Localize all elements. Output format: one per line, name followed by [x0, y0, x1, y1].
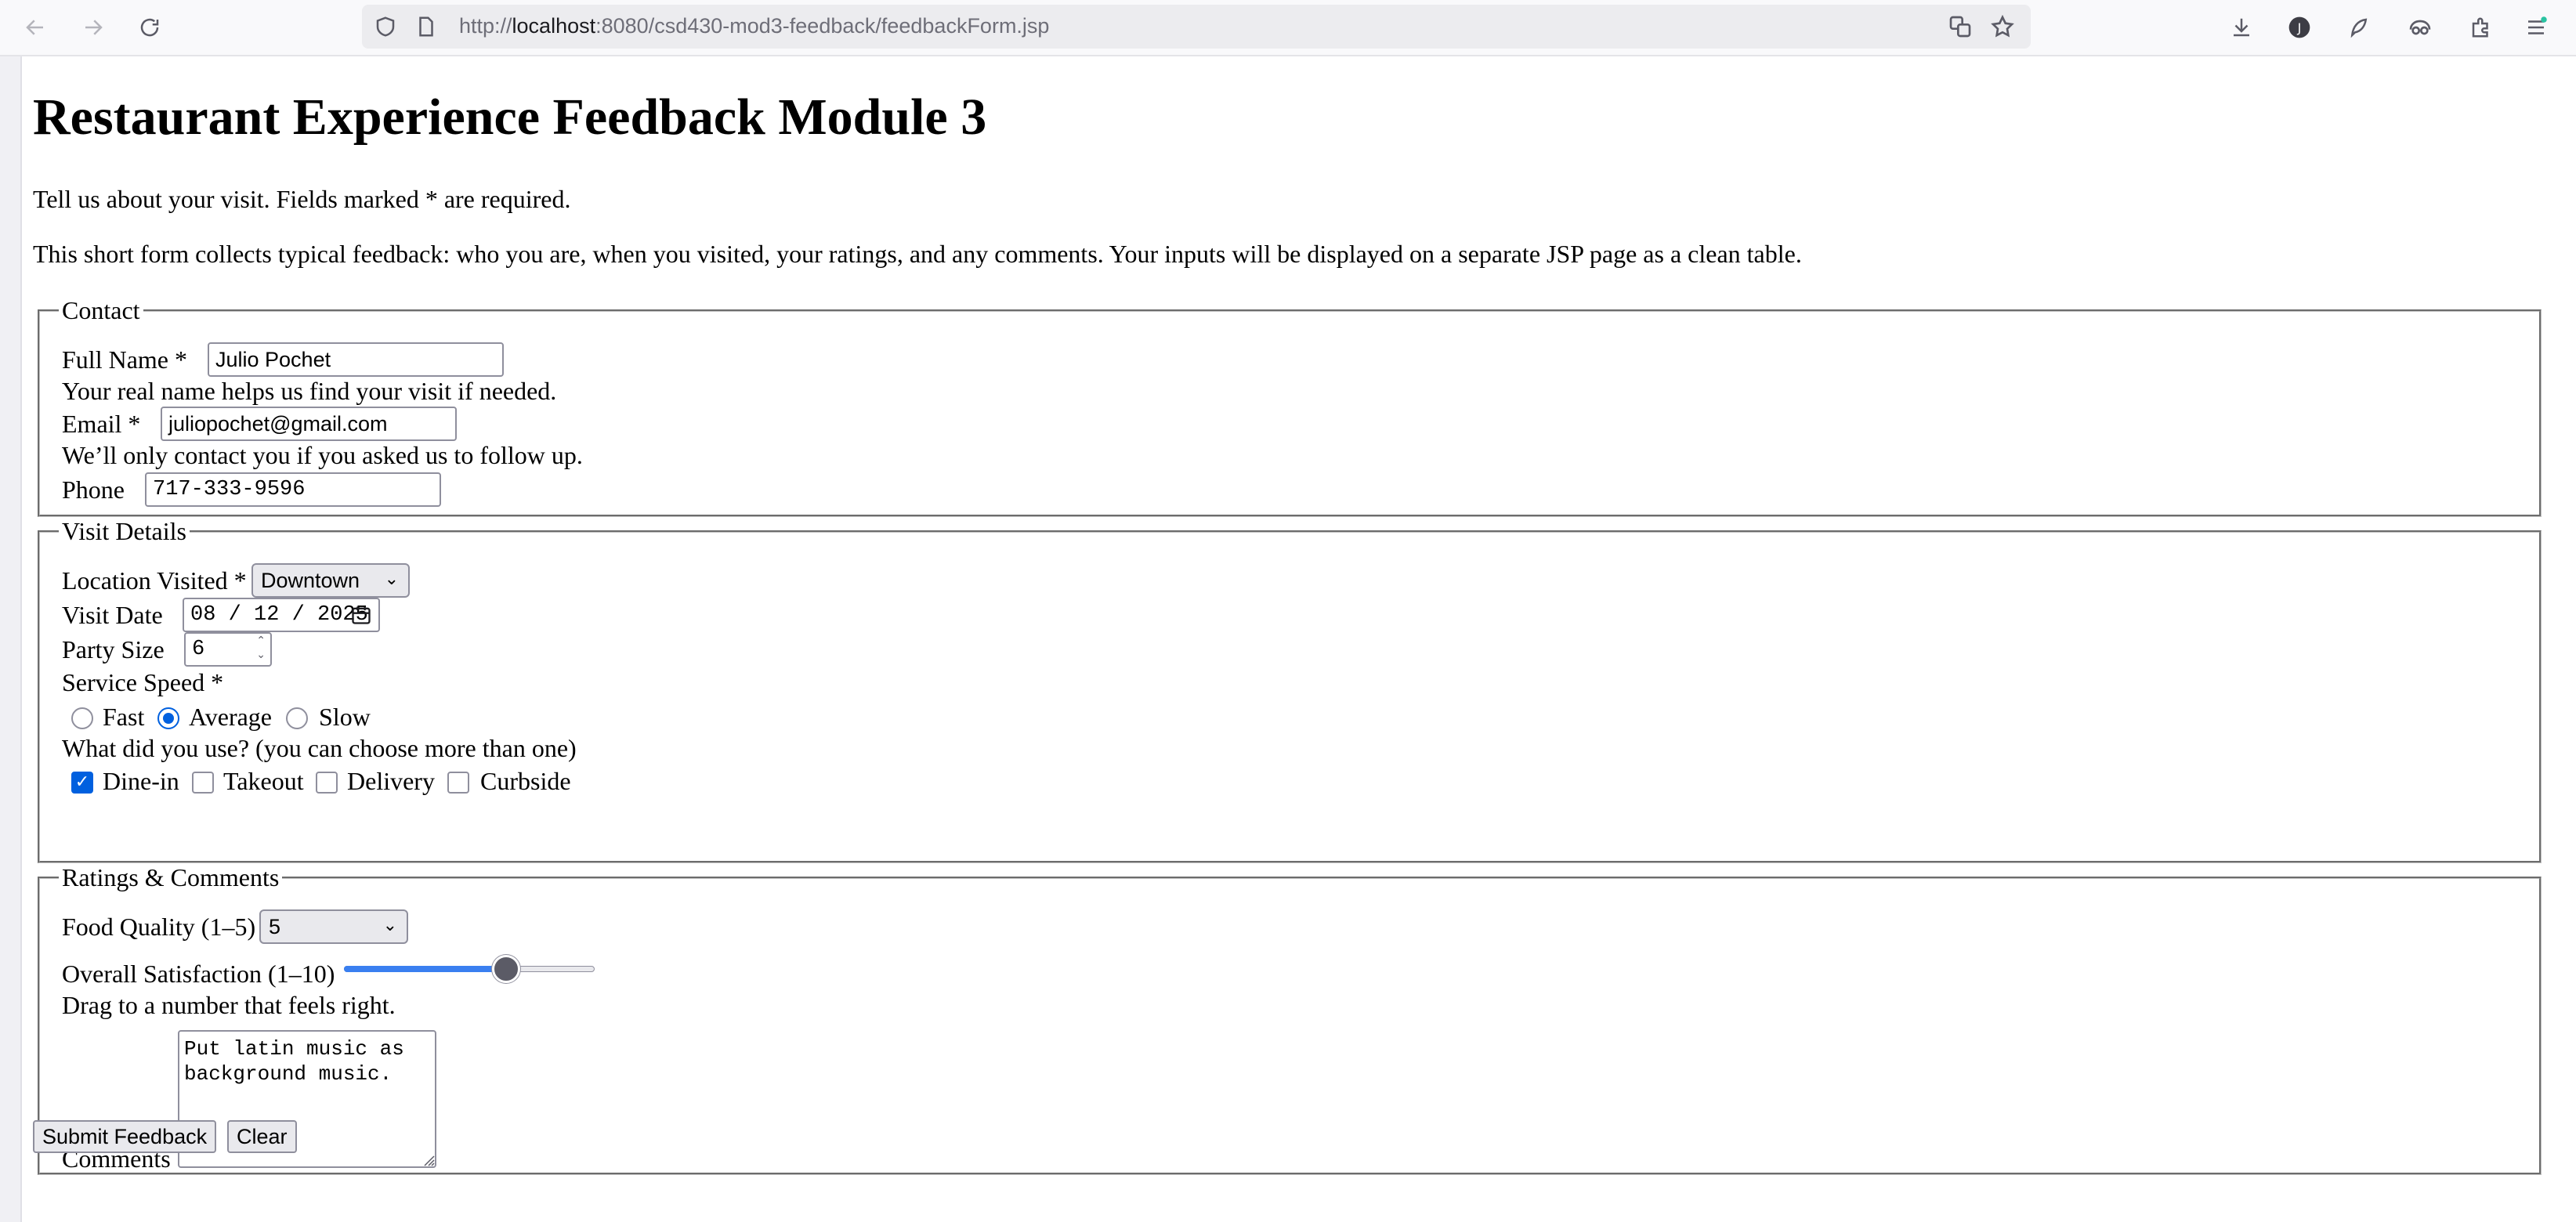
svg-text:J: J: [2297, 20, 2302, 35]
party-size-input[interactable]: 6 ⌃ ⌄: [184, 632, 272, 667]
contact-legend: Contact: [62, 296, 140, 324]
speed-slow-label: Slow: [319, 703, 371, 731]
takeout-label: Takeout: [223, 767, 304, 795]
resize-handle-icon[interactable]: [422, 1154, 435, 1166]
food-quality-label: Food Quality (1–5): [62, 913, 256, 941]
url-host: localhost: [512, 14, 596, 38]
dine-in-checkbox[interactable]: ✓: [71, 772, 93, 794]
curbside-label: Curbside: [480, 767, 571, 795]
full-name-input[interactable]: Julio Pochet: [208, 342, 504, 377]
speed-average-label: Average: [189, 703, 272, 731]
party-size-value: 6: [192, 638, 205, 661]
full-name-help: Your real name helps us find your visit …: [62, 377, 557, 405]
submit-feedback-button[interactable]: Submit Feedback: [33, 1120, 217, 1153]
bookmark-star-icon[interactable]: [1988, 13, 2017, 41]
satisfaction-slider[interactable]: [344, 953, 595, 985]
services-used-label: What did you use? (you can choose more t…: [62, 734, 577, 762]
delivery-checkbox[interactable]: [316, 772, 338, 794]
location-select[interactable]: Downtown ⌄: [251, 563, 410, 598]
email-help: We’ll only contact you if you asked us t…: [62, 441, 583, 469]
page-info-icon[interactable]: [412, 13, 440, 41]
food-quality-value: 5: [269, 915, 281, 938]
visit-date-label: Visit Date: [62, 601, 163, 629]
url-text[interactable]: http://localhost:8080/csd430-mod3-feedba…: [459, 14, 1049, 38]
phone-label: Phone: [62, 475, 125, 504]
satisfaction-label: Overall Satisfaction (1–10): [62, 960, 335, 988]
menu-icon[interactable]: [2520, 11, 2552, 44]
chevron-down-icon: ⌄: [382, 916, 397, 935]
clear-button[interactable]: Clear: [227, 1120, 297, 1153]
contact-fieldset: Contact Full Name * Julio Pochet Your re…: [38, 296, 2542, 517]
url-bar[interactable]: http://localhost:8080/csd430-mod3-feedba…: [362, 5, 2031, 49]
email-input[interactable]: juliopochet@gmail.com: [161, 407, 457, 441]
forward-icon[interactable]: [77, 11, 110, 44]
chevron-down-icon: ⌄: [384, 569, 399, 589]
back-icon[interactable]: [19, 11, 52, 44]
extension-mask-icon[interactable]: [2404, 11, 2437, 44]
slider-fill: [344, 966, 507, 972]
speed-average-radio[interactable]: [157, 707, 179, 729]
slider-thumb[interactable]: [492, 955, 521, 983]
speed-fast-radio[interactable]: [71, 707, 93, 729]
visit-details-legend: Visit Details: [62, 517, 186, 545]
intro-text: Tell us about your visit. Fields marked …: [33, 185, 571, 213]
takeout-checkbox[interactable]: [192, 772, 214, 794]
calendar-icon[interactable]: [350, 604, 372, 631]
account-avatar-icon[interactable]: J: [2283, 11, 2316, 44]
extension-feather-icon[interactable]: [2343, 11, 2375, 44]
speed-slow-radio[interactable]: [286, 707, 308, 729]
stepper-arrows-icon[interactable]: ⌃ ⌄: [256, 634, 266, 662]
extensions-puzzle-icon[interactable]: [2465, 11, 2498, 44]
sidebar-edge: [0, 56, 22, 1222]
location-label: Location Visited *: [62, 566, 247, 595]
food-quality-select[interactable]: 5 ⌄: [259, 909, 408, 944]
service-speed-label: Service Speed *: [62, 668, 224, 696]
url-path: :8080/csd430-mod3-feedback/feedbackForm.…: [595, 14, 1050, 38]
url-prefix: http://: [459, 14, 512, 38]
shield-icon[interactable]: [371, 13, 400, 41]
satisfaction-help: Drag to a number that feels right.: [62, 991, 396, 1019]
visit-details-fieldset: Visit Details Location Visited * Downtow…: [38, 517, 2542, 863]
party-size-label: Party Size: [62, 635, 165, 663]
ratings-fieldset: Ratings & Comments Food Quality (1–5) 5 …: [38, 863, 2542, 1175]
dine-in-label: Dine-in: [103, 767, 179, 795]
speed-fast-label: Fast: [103, 703, 145, 731]
page-title: Restaurant Experience Feedback Module 3: [33, 89, 987, 146]
ratings-legend: Ratings & Comments: [62, 863, 280, 891]
phone-input[interactable]: 717-333-9596: [145, 472, 441, 507]
reload-icon[interactable]: [133, 11, 166, 44]
page-content: Restaurant Experience Feedback Module 3 …: [22, 56, 2576, 1222]
email-label: Email *: [62, 410, 141, 438]
full-name-label: Full Name *: [62, 345, 187, 374]
visit-date-value: 08 / 12 / 2025: [190, 603, 368, 627]
visit-date-input[interactable]: 08 / 12 / 2025: [183, 598, 380, 632]
delivery-label: Delivery: [347, 767, 435, 795]
curbside-checkbox[interactable]: [447, 772, 469, 794]
comments-textarea[interactable]: Put latin music as background music.: [178, 1030, 436, 1168]
browser-toolbar: http://localhost:8080/csd430-mod3-feedba…: [0, 0, 2576, 56]
downloads-icon[interactable]: [2225, 11, 2258, 44]
translate-icon[interactable]: [1946, 13, 1974, 41]
location-selected-value: Downtown: [261, 569, 360, 592]
description-text: This short form collects typical feedbac…: [33, 240, 1802, 268]
